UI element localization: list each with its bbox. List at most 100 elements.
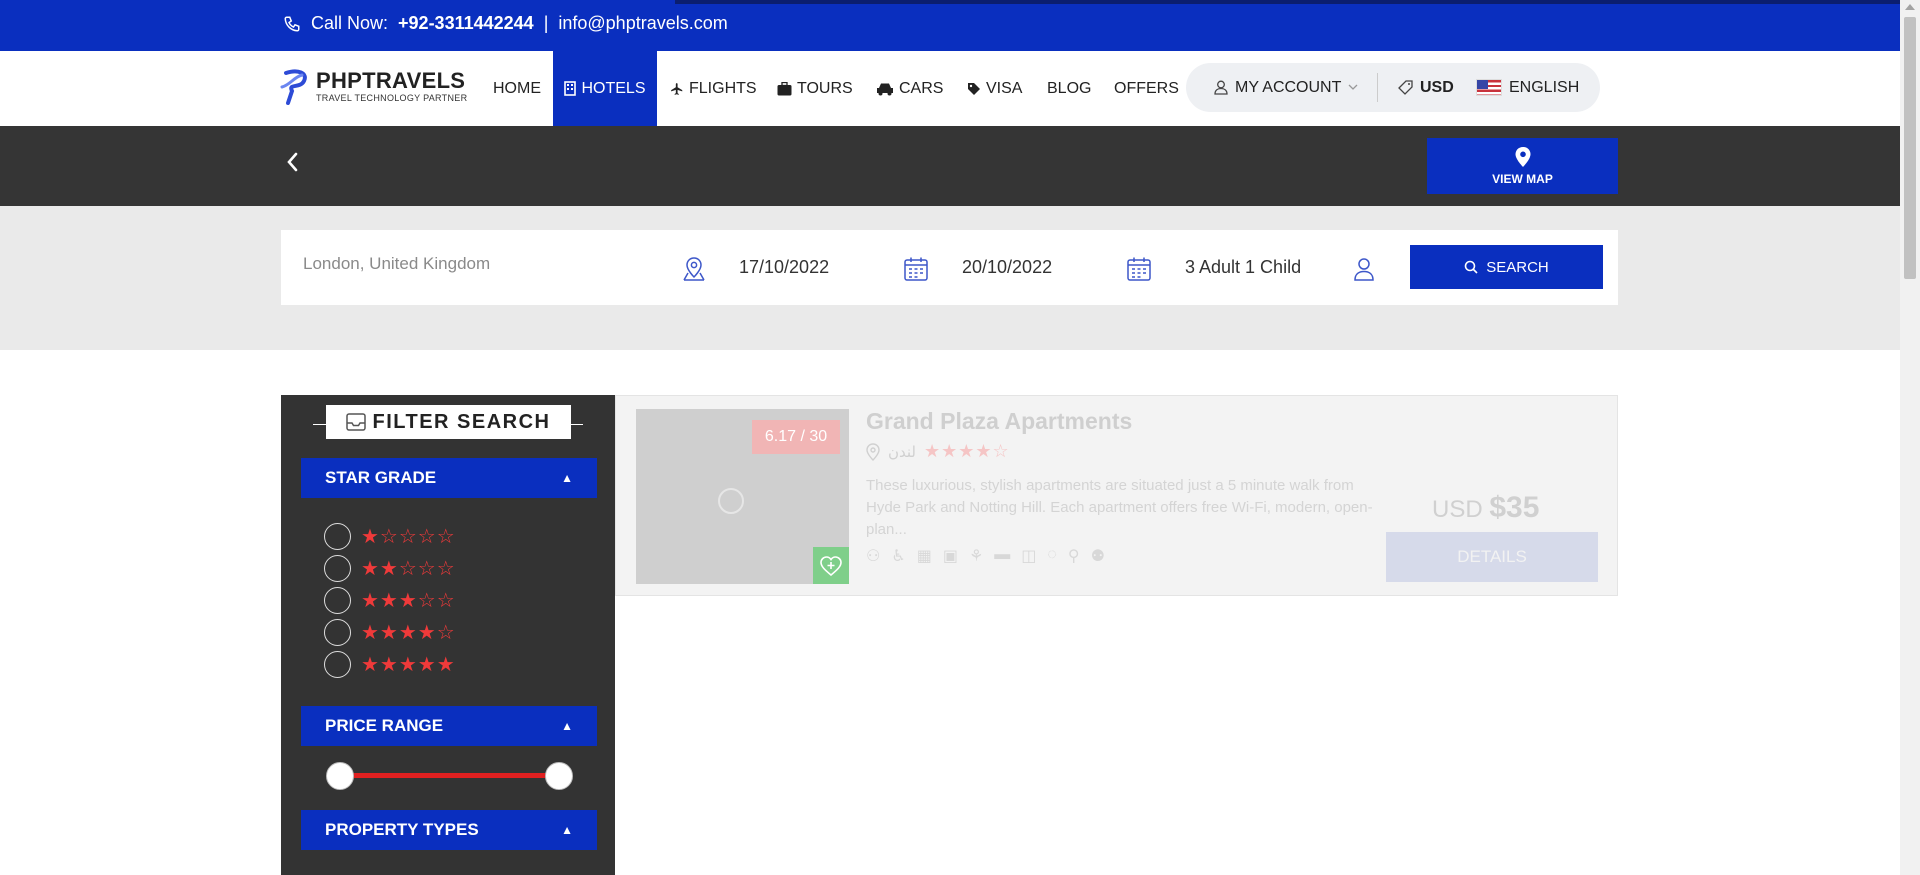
scrollbar-thumb[interactable] [1904, 17, 1916, 279]
loading-spinner-icon [718, 488, 744, 514]
location-icon [866, 442, 880, 461]
star-rating-5: ★★★★★ [361, 653, 456, 676]
nav-offers-label: OFFERS [1114, 79, 1179, 97]
nav-tours[interactable]: TOURS [777, 51, 853, 126]
details-button[interactable]: DETAILS [1386, 532, 1598, 582]
nav-visa[interactable]: VISA [967, 51, 1022, 126]
nav-home[interactable]: HOME [493, 51, 541, 126]
hotel-card[interactable]: 6.17 / 30 Grand Plaza Apartments لندن ★★… [615, 395, 1618, 596]
price-slider-min-handle[interactable] [326, 762, 354, 790]
calendar-icon [903, 256, 929, 282]
amenity-chat-icon: ◌ [1047, 546, 1057, 563]
checkin-date-input[interactable]: 17/10/2022 [739, 230, 829, 305]
pill-divider [1377, 73, 1378, 102]
logo[interactable]: PHPTRAVELS TRAVEL TECHNOLOGY PARTNER [280, 67, 467, 105]
nav-blog[interactable]: BLOG [1047, 51, 1091, 126]
amenity-restaurant-icon: ⚘ [968, 548, 984, 565]
star-radio-2[interactable] [324, 554, 351, 582]
search-form: London, United Kingdom 17/10/2022 20/10/… [281, 230, 1618, 305]
star-option-2[interactable]: ★★☆☆☆ [324, 554, 456, 582]
search-button[interactable]: SEARCH [1410, 245, 1603, 289]
nav-cars-label: CARS [899, 79, 944, 97]
star-option-3[interactable]: ★★★☆☆ [324, 586, 456, 614]
amenities-row: ⚇ ♿ ▦ ▣ ⚘ ▬ ◫ ◌ ⚲ ⚉ [866, 546, 1105, 566]
currency-selector[interactable]: USD [1398, 63, 1454, 112]
star-radio-4[interactable] [324, 618, 351, 646]
nav-flights[interactable]: FLIGHTS [670, 51, 757, 126]
phone-link[interactable]: +92-3311442244 [398, 13, 534, 34]
star-radio-5[interactable] [324, 650, 351, 678]
guests-selector[interactable]: 3 Adult 1 Child [1185, 230, 1301, 305]
add-favorite-button[interactable] [813, 547, 849, 584]
currency-tag-icon [1398, 80, 1413, 95]
hotel-location: لندن ★★★★☆ [866, 441, 1010, 462]
hotel-image[interactable]: 6.17 / 30 [636, 409, 849, 584]
contact-info: Call Now: +92-3311442244 | info@phptrave… [283, 13, 728, 34]
back-button[interactable] [285, 151, 299, 173]
nav-offers[interactable]: OFFERS [1114, 51, 1179, 126]
nav-cars[interactable]: CARS [876, 51, 943, 126]
search-button-label: SEARCH [1486, 258, 1549, 276]
hotel-price: USD $35 [1432, 491, 1539, 525]
star-radio-1[interactable] [324, 522, 351, 550]
caret-up-icon: ▲ [561, 471, 573, 485]
star-rating-4: ★★★★☆ [361, 621, 456, 644]
nav-hotels-label: HOTELS [581, 79, 646, 97]
price-slider-max-handle[interactable] [545, 762, 573, 790]
price-slider-track[interactable] [339, 773, 559, 778]
contact-separator: | [543, 13, 549, 33]
top-contact-bar: Call Now: +92-3311442244 | info@phptrave… [0, 0, 1900, 51]
destination-input[interactable]: London, United Kingdom [303, 226, 643, 301]
hotel-icon [564, 81, 577, 96]
caret-up-icon: ▲ [561, 719, 573, 733]
amenity-bed-icon: ▬ [994, 546, 1011, 563]
language-selector[interactable]: ENGLISH [1476, 63, 1579, 112]
car-icon [876, 82, 894, 96]
nav-hotels[interactable]: HOTELS [553, 51, 657, 126]
us-flag-icon [1476, 79, 1502, 96]
map-pin-icon [1514, 146, 1532, 168]
call-label: Call Now: [311, 13, 389, 33]
property-types-header[interactable]: PROPERTY TYPES ▲ [301, 810, 597, 850]
hotel-name[interactable]: Grand Plaza Apartments [866, 408, 1132, 435]
star-option-1[interactable]: ★☆☆☆☆ [324, 522, 456, 550]
amenity-person-icon: ⚇ [866, 548, 881, 565]
star-rating-1: ★☆☆☆☆ [361, 525, 456, 548]
filter-sidebar: FILTER SEARCH STAR GRADE ▲ ★☆☆☆☆ ★★☆☆☆ ★… [281, 395, 615, 875]
currency-label: USD [1420, 78, 1454, 96]
star-grade-label: STAR GRADE [325, 468, 437, 487]
star-radio-3[interactable] [324, 586, 351, 614]
calendar-checkout-icon [1126, 256, 1152, 282]
amenity-accessible-icon: ♿ [891, 548, 906, 565]
filter-title-label: FILTER SEARCH [372, 410, 551, 433]
nav-tours-label: TOURS [797, 79, 853, 97]
heart-plus-icon [820, 555, 842, 576]
amenity-fitness-icon: ⚲ [1067, 548, 1080, 565]
my-account-dropdown[interactable]: MY ACCOUNT [1214, 63, 1358, 112]
page: Call Now: +92-3311442244 | info@phptrave… [0, 0, 1920, 875]
hotel-stars: ★★★★☆ [924, 441, 1010, 461]
hotel-description: These luxurious, stylish apartments are … [866, 477, 1373, 538]
price-range-label: PRICE RANGE [325, 716, 444, 735]
star-option-5[interactable]: ★★★★★ [324, 650, 456, 678]
chevron-left-icon [285, 151, 299, 173]
main-navbar: PHPTRAVELS TRAVEL TECHNOLOGY PARTNER HOM… [0, 51, 1900, 126]
nav-blog-label: BLOG [1047, 79, 1092, 97]
page-scrollbar[interactable] [1900, 0, 1920, 875]
user-icon [1214, 80, 1228, 95]
checkout-date-input[interactable]: 20/10/2022 [962, 230, 1052, 305]
price-amount: $35 [1489, 491, 1540, 524]
price-range-header[interactable]: PRICE RANGE ▲ [301, 706, 597, 746]
chevron-down-icon [1348, 84, 1358, 91]
star-option-4[interactable]: ★★★★☆ [324, 618, 456, 646]
star-rating-2: ★★☆☆☆ [361, 557, 456, 580]
nav-visa-label: VISA [986, 79, 1023, 97]
price-currency: USD [1432, 496, 1483, 523]
guest-user-icon [1351, 256, 1377, 282]
scroll-up-arrow-icon[interactable] [1905, 4, 1915, 10]
property-types-label: PROPERTY TYPES [325, 820, 479, 839]
location-pin-icon [681, 256, 707, 282]
view-map-button[interactable]: VIEW MAP [1427, 138, 1618, 194]
star-grade-header[interactable]: STAR GRADE ▲ [301, 458, 597, 498]
email-link[interactable]: info@phptravels.com [558, 13, 727, 34]
